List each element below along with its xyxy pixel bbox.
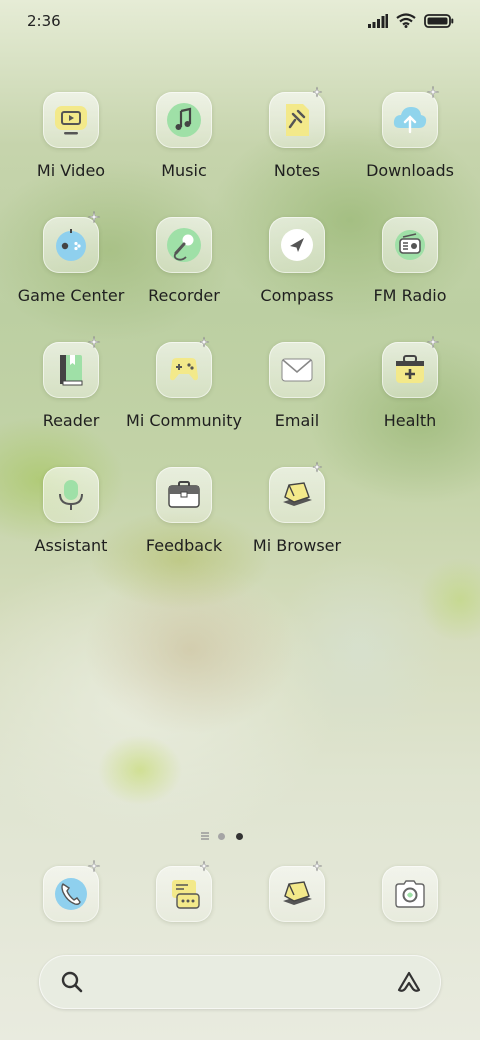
app-label-music: Music bbox=[161, 161, 207, 180]
health-icon bbox=[396, 355, 424, 383]
mi-video-app[interactable] bbox=[43, 92, 99, 148]
music-app[interactable] bbox=[156, 92, 212, 148]
sparkle-icon bbox=[426, 86, 440, 99]
sparkle-icon bbox=[200, 860, 210, 872]
wifi-icon bbox=[396, 13, 416, 28]
sparkle-icon bbox=[87, 336, 101, 349]
page-dot-2[interactable] bbox=[218, 833, 225, 840]
feedback-app[interactable] bbox=[156, 467, 212, 523]
app-label-reader: Reader bbox=[42, 411, 100, 430]
sparkle-icon bbox=[313, 860, 323, 872]
mi-community-icon bbox=[170, 358, 198, 381]
recorder-icon bbox=[167, 228, 201, 262]
battery-icon bbox=[424, 13, 454, 28]
assistant-app[interactable] bbox=[43, 467, 99, 523]
page-indicator[interactable] bbox=[0, 830, 480, 842]
app-label-mi-browser: Mi Browser bbox=[252, 536, 342, 555]
reader-app[interactable] bbox=[43, 336, 101, 398]
app-label-mi-video: Mi Video bbox=[36, 161, 106, 180]
sparkle-icon bbox=[200, 336, 210, 348]
app-label-health: Health bbox=[383, 411, 437, 430]
camera-icon bbox=[395, 880, 425, 908]
page-list-icon bbox=[201, 832, 209, 840]
search-icon[interactable] bbox=[60, 970, 84, 994]
sparkle-icon bbox=[313, 86, 323, 98]
game-center-app[interactable] bbox=[43, 211, 101, 273]
app-label-compass: Compass bbox=[260, 286, 334, 305]
search-bar[interactable] bbox=[39, 955, 441, 1009]
mi-browser-icon bbox=[283, 482, 312, 506]
app-label-feedback: Feedback bbox=[145, 536, 223, 555]
notes-icon bbox=[286, 104, 309, 136]
app-label-assistant: Assistant bbox=[34, 536, 108, 555]
game-center-icon bbox=[56, 229, 86, 261]
health-app[interactable] bbox=[382, 336, 440, 398]
signal-icon bbox=[368, 13, 388, 28]
compass-icon bbox=[281, 229, 313, 261]
status-bar: 2:36 bbox=[0, 0, 480, 40]
mi-browser-app[interactable] bbox=[269, 461, 325, 523]
mi-video-icon bbox=[55, 106, 87, 135]
assistant-icon bbox=[59, 480, 83, 510]
sparkle-icon bbox=[87, 211, 101, 224]
app-label-fm-radio: FM Radio bbox=[373, 286, 447, 305]
fm-radio-icon bbox=[395, 230, 425, 260]
messages-icon bbox=[172, 880, 200, 909]
compass-app[interactable] bbox=[269, 217, 325, 273]
feedback-icon bbox=[168, 481, 200, 508]
browser-icon bbox=[283, 881, 312, 905]
dock-browser-app[interactable] bbox=[269, 860, 325, 922]
assistant-logo-icon[interactable] bbox=[396, 970, 422, 994]
notes-app[interactable] bbox=[269, 86, 325, 148]
app-label-downloads: Downloads bbox=[366, 161, 454, 180]
downloads-app[interactable] bbox=[382, 86, 440, 148]
page-dot-3-active[interactable] bbox=[236, 833, 243, 840]
downloads-icon bbox=[393, 107, 427, 134]
mi-community-app[interactable] bbox=[156, 336, 212, 398]
music-icon bbox=[167, 103, 201, 137]
dock-messages-app[interactable] bbox=[156, 860, 212, 922]
app-label-notes: Notes bbox=[273, 161, 321, 180]
sparkle-icon bbox=[426, 336, 440, 349]
recorder-app[interactable] bbox=[156, 217, 212, 273]
app-label-recorder: Recorder bbox=[148, 286, 220, 305]
dock-phone-app[interactable] bbox=[43, 860, 101, 922]
app-label-game-center: Game Center bbox=[17, 286, 125, 305]
fm-radio-app[interactable] bbox=[382, 217, 438, 273]
reader-icon bbox=[60, 355, 83, 386]
phone-icon bbox=[55, 878, 87, 910]
app-label-mi-community: Mi Community bbox=[126, 411, 242, 430]
dock-camera-app[interactable] bbox=[382, 866, 438, 922]
sparkle-icon bbox=[313, 461, 323, 473]
email-app[interactable] bbox=[269, 342, 325, 398]
app-label-email: Email bbox=[274, 411, 320, 430]
sparkle-icon bbox=[87, 860, 101, 873]
email-icon bbox=[281, 358, 313, 382]
status-icons bbox=[368, 13, 454, 28]
status-time: 2:36 bbox=[27, 12, 61, 30]
